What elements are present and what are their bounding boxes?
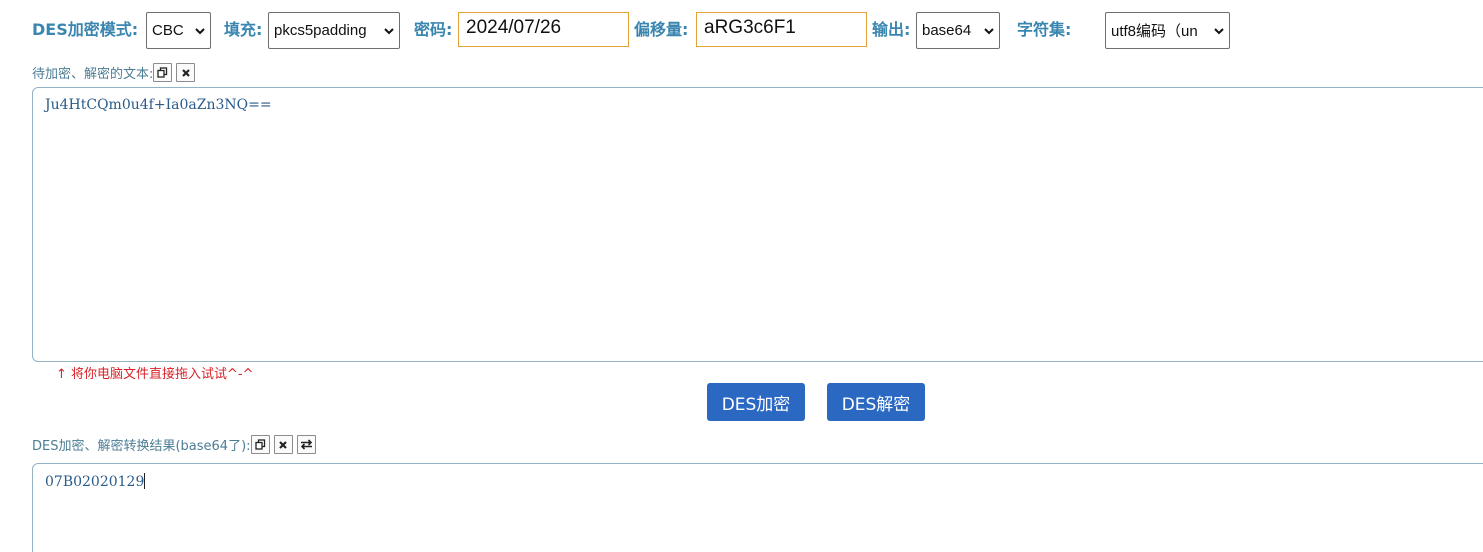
padding-select[interactable]: pkcs5padding (268, 12, 400, 49)
chevron-down-icon (1214, 27, 1224, 34)
text-cursor (144, 473, 146, 489)
input-textarea[interactable]: Ju4HtCQm0u4f+Ia0aZn3NQ== (32, 87, 1483, 362)
des-tool-page: DES加密模式: CBC 填充: pkcs5padding 密码: 2024/0… (0, 0, 1483, 552)
decrypt-button[interactable]: DES解密 (827, 383, 925, 421)
copy-icon[interactable] (250, 435, 270, 454)
mode-label: DES加密模式: (32, 20, 139, 39)
iv-label: 偏移量: (634, 20, 689, 39)
encrypt-button[interactable]: DES加密 (707, 383, 805, 421)
output-section-header: DES加密、解密转换结果(base64了): (32, 435, 316, 454)
output-section-label: DES加密、解密转换结果(base64了): (32, 439, 251, 454)
mode-select-value: CBC (152, 22, 184, 39)
input-section-header: 待加密、解密的文本: (32, 63, 196, 82)
close-icon[interactable] (176, 63, 196, 82)
key-label: 密码: (414, 20, 453, 39)
mode-select[interactable]: CBC (146, 12, 211, 49)
output-select[interactable]: base64 (916, 12, 1000, 49)
input-text: Ju4HtCQm0u4f+Ia0aZn3NQ== (45, 97, 272, 113)
padding-select-value: pkcs5padding (274, 22, 367, 39)
drag-hint: ↑ 将你电脑文件直接拖入试试^-^ (56, 367, 254, 382)
close-icon[interactable] (273, 435, 293, 454)
input-section-label: 待加密、解密的文本: (32, 67, 154, 82)
padding-label: 填充: (224, 20, 263, 39)
output-text: 07B02020129 (45, 474, 145, 490)
copy-icon[interactable] (153, 63, 173, 82)
output-textarea[interactable]: 07B02020129 (32, 463, 1483, 552)
charset-label: 字符集: (1017, 20, 1072, 39)
key-input[interactable]: 2024/07/26 (458, 12, 629, 47)
output-select-value: base64 (922, 22, 972, 39)
chevron-down-icon (195, 27, 205, 34)
charset-select-value: utf8编码（un (1111, 23, 1198, 40)
iv-input[interactable]: aRG3c6F1 (696, 12, 867, 47)
swap-icon[interactable] (296, 435, 316, 454)
chevron-down-icon (984, 27, 994, 34)
charset-select[interactable]: utf8编码（un (1105, 12, 1230, 49)
chevron-down-icon (384, 27, 394, 34)
output-label: 输出: (872, 20, 911, 39)
